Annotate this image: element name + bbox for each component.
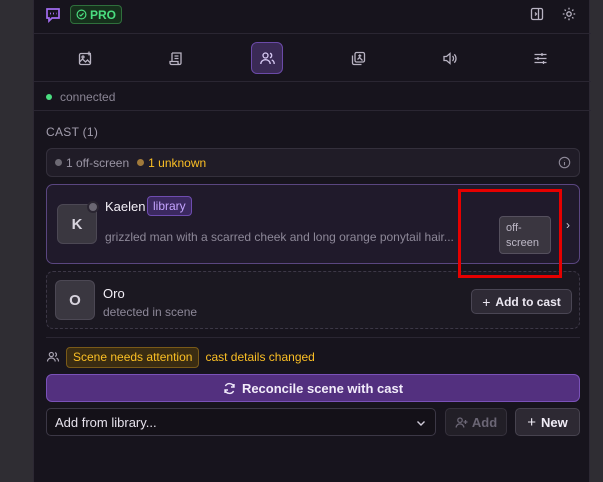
offscreen-count-text: 1 off-screen	[66, 155, 130, 170]
chat-logo-icon	[46, 8, 60, 24]
users-icon	[259, 51, 275, 64]
sliders-icon	[534, 52, 546, 64]
offscreen-dot	[55, 159, 62, 166]
chevron-down-icon	[417, 421, 425, 426]
chevron-right-icon[interactable]: ›	[566, 218, 570, 232]
library-badge: library	[147, 196, 192, 216]
volume-icon	[442, 51, 457, 65]
offscreen-count: 1 off-screen	[55, 156, 129, 170]
info-icon[interactable]	[558, 156, 571, 169]
reconcile-button[interactable]: Reconcile scene with cast	[46, 374, 580, 402]
character-name: Oro	[103, 286, 125, 301]
status-dot	[46, 94, 52, 100]
tab-bar	[34, 36, 591, 82]
cast-card-oro[interactable]: O Oro detected in scene + Add to cast	[46, 271, 580, 329]
cast-summary-bar: 1 off-screen 1 unknown	[46, 148, 580, 177]
library-select[interactable]: Add from library...	[46, 408, 436, 436]
user-add-icon	[455, 416, 468, 428]
attention-row: Scene needs attention cast details chang…	[46, 346, 315, 368]
divider	[46, 337, 580, 338]
add-label: Add	[471, 414, 498, 430]
divider	[34, 110, 591, 111]
plus-icon: +	[527, 413, 537, 431]
tab-image-add[interactable]	[69, 42, 101, 74]
annotation-highlight-box	[458, 189, 562, 278]
library-select-value: Add from library...	[55, 414, 157, 430]
check-circle-icon	[76, 9, 87, 20]
status-text: connected	[60, 90, 116, 104]
panel-toggle-icon[interactable]	[529, 6, 545, 22]
plus-icon: +	[482, 293, 491, 310]
add-to-cast-button[interactable]: + Add to cast	[471, 289, 572, 314]
gear-icon[interactable]	[561, 6, 577, 22]
unknown-count-text: 1 unknown	[148, 155, 207, 170]
attention-badge: Scene needs attention	[66, 346, 200, 368]
tab-gallery[interactable]	[342, 42, 374, 74]
character-name: Kaelen	[105, 199, 146, 214]
connection-status: connected	[46, 90, 115, 104]
unknown-count: 1 unknown	[137, 156, 206, 170]
scroll-icon	[168, 51, 182, 65]
tab-settings[interactable]	[524, 42, 556, 74]
unknown-dot	[137, 159, 145, 166]
avatar-initial: K	[71, 215, 83, 233]
tab-script[interactable]	[160, 42, 192, 74]
users-icon	[46, 351, 60, 362]
gallery-add-icon	[351, 51, 365, 65]
avatar-status-dot	[87, 201, 99, 213]
character-description: grizzled man with a scarred cheek and lo…	[105, 230, 454, 244]
cast-title: CAST (1)	[46, 125, 99, 139]
attention-text: cast details changed	[205, 350, 315, 364]
left-gutter	[0, 0, 33, 482]
avatar: O	[55, 280, 95, 320]
reconcile-label: Reconcile scene with cast	[241, 380, 404, 396]
panel-header: PRO	[34, 0, 591, 34]
tab-audio[interactable]	[433, 42, 465, 74]
add-to-cast-label: Add to cast	[495, 294, 561, 309]
new-button[interactable]: + New	[515, 408, 580, 436]
right-gutter	[590, 0, 603, 482]
pro-badge: PRO	[70, 5, 123, 24]
refresh-icon	[224, 382, 235, 394]
character-description: detected in scene	[103, 305, 198, 319]
pro-badge-label: PRO	[90, 7, 117, 22]
image-add-icon	[78, 51, 91, 65]
avatar-initial: O	[69, 291, 81, 309]
tab-cast[interactable]	[251, 42, 283, 74]
add-button[interactable]: Add	[445, 408, 507, 436]
new-label: New	[541, 414, 568, 430]
